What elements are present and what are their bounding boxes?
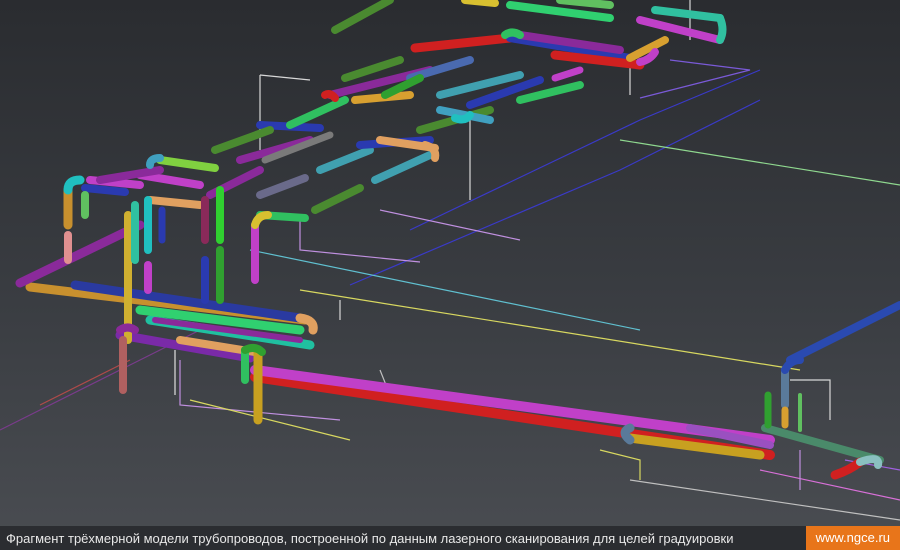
site-url-badge[interactable]: www.ngce.ru bbox=[805, 526, 900, 550]
caption-bar: Фрагмент трёхмерной модели трубопроводов… bbox=[0, 526, 900, 550]
image-caption: Фрагмент трёхмерной модели трубопроводов… bbox=[6, 530, 734, 546]
pipeline-3d-model-view bbox=[0, 0, 900, 521]
upper-pipes bbox=[81, 0, 724, 222]
